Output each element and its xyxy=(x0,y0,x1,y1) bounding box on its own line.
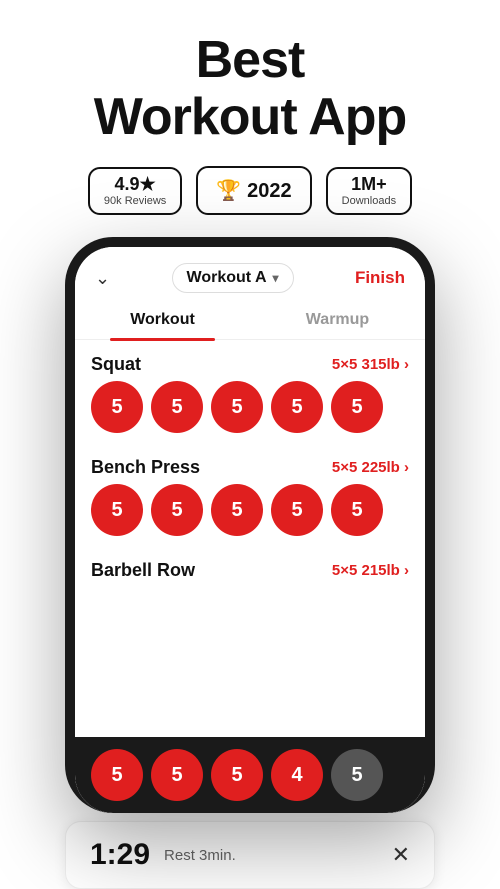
rating-badge: 4.9★ 90k Reviews xyxy=(88,167,182,215)
bench-sets-row: 5 5 5 5 5 xyxy=(91,484,409,546)
exercise-bench-sets: 5×5 225lb › xyxy=(332,459,409,476)
badges-row: 4.9★ 90k Reviews 🏆 2022 1M+ Downloads xyxy=(88,166,412,215)
rating-value: 4.9★ xyxy=(115,175,156,195)
barbell-set-3[interactable]: 5 xyxy=(211,749,263,801)
exercise-squat-name: Squat xyxy=(91,354,141,375)
exercise-squat-sets: 5×5 315lb › xyxy=(332,356,409,373)
squat-set-5[interactable]: 5 xyxy=(331,381,383,433)
squat-sets-row: 5 5 5 5 5 xyxy=(91,381,409,443)
award-badge: 🏆 2022 xyxy=(196,166,311,215)
rating-sub: 90k Reviews xyxy=(104,195,166,207)
exercise-barbell-header: Barbell Row 5×5 215lb › xyxy=(91,546,409,587)
barbell-set-1[interactable]: 5 xyxy=(91,749,143,801)
phone-tabs: Workout Warmup xyxy=(75,301,425,340)
phone-content: Squat 5×5 315lb › 5 5 5 5 5 Bench Press … xyxy=(75,340,425,737)
phone-mockup: ⌄ Workout A ▾ Finish Workout Warmup xyxy=(65,237,435,813)
downloads-value: 1M+ xyxy=(351,175,387,195)
bench-set-5[interactable]: 5 xyxy=(331,484,383,536)
phone-frame: ⌄ Workout A ▾ Finish Workout Warmup xyxy=(65,237,435,813)
exercise-barbell-sets: 5×5 215lb › xyxy=(332,562,409,579)
phone-bottom-bar: 5 5 5 4 5 xyxy=(75,737,425,813)
bench-set-4[interactable]: 5 xyxy=(271,484,323,536)
workout-selector[interactable]: Workout A ▾ xyxy=(172,263,294,293)
chevron-down-icon[interactable]: ⌄ xyxy=(95,268,110,289)
hero-title: Best Workout App xyxy=(94,32,407,146)
exercise-barbell-name: Barbell Row xyxy=(91,560,195,581)
exercise-bench-name: Bench Press xyxy=(91,457,200,478)
tab-workout[interactable]: Workout xyxy=(75,301,250,339)
trophy-icon: 🏆 xyxy=(216,178,241,203)
finish-button[interactable]: Finish xyxy=(355,268,405,288)
timer-time: 1:29 xyxy=(90,838,150,872)
rest-timer-bar: 1:29 Rest 3min. ✕ xyxy=(65,821,435,889)
timer-label: Rest 3min. xyxy=(164,847,236,864)
bench-set-3[interactable]: 5 xyxy=(211,484,263,536)
bench-set-2[interactable]: 5 xyxy=(151,484,203,536)
timer-left: 1:29 Rest 3min. xyxy=(90,838,236,872)
squat-set-2[interactable]: 5 xyxy=(151,381,203,433)
timer-close-button[interactable]: ✕ xyxy=(392,842,410,868)
tab-warmup[interactable]: Warmup xyxy=(250,301,425,339)
barbell-set-5[interactable]: 5 xyxy=(331,749,383,801)
bench-set-1[interactable]: 5 xyxy=(91,484,143,536)
selector-arrow-icon: ▾ xyxy=(273,271,279,285)
exercise-squat-header: Squat 5×5 315lb › xyxy=(91,340,409,381)
exercise-bench-header: Bench Press 5×5 225lb › xyxy=(91,443,409,484)
award-year: 2022 xyxy=(247,180,292,202)
workout-name: Workout A xyxy=(187,269,267,287)
downloads-sub: Downloads xyxy=(342,195,396,207)
squat-set-1[interactable]: 5 xyxy=(91,381,143,433)
phone-topbar: ⌄ Workout A ▾ Finish xyxy=(75,247,425,301)
squat-set-3[interactable]: 5 xyxy=(211,381,263,433)
barbell-set-4[interactable]: 4 xyxy=(271,749,323,801)
phone-screen: ⌄ Workout A ▾ Finish Workout Warmup xyxy=(75,247,425,813)
squat-set-4[interactable]: 5 xyxy=(271,381,323,433)
barbell-set-2[interactable]: 5 xyxy=(151,749,203,801)
downloads-badge: 1M+ Downloads xyxy=(326,167,412,215)
